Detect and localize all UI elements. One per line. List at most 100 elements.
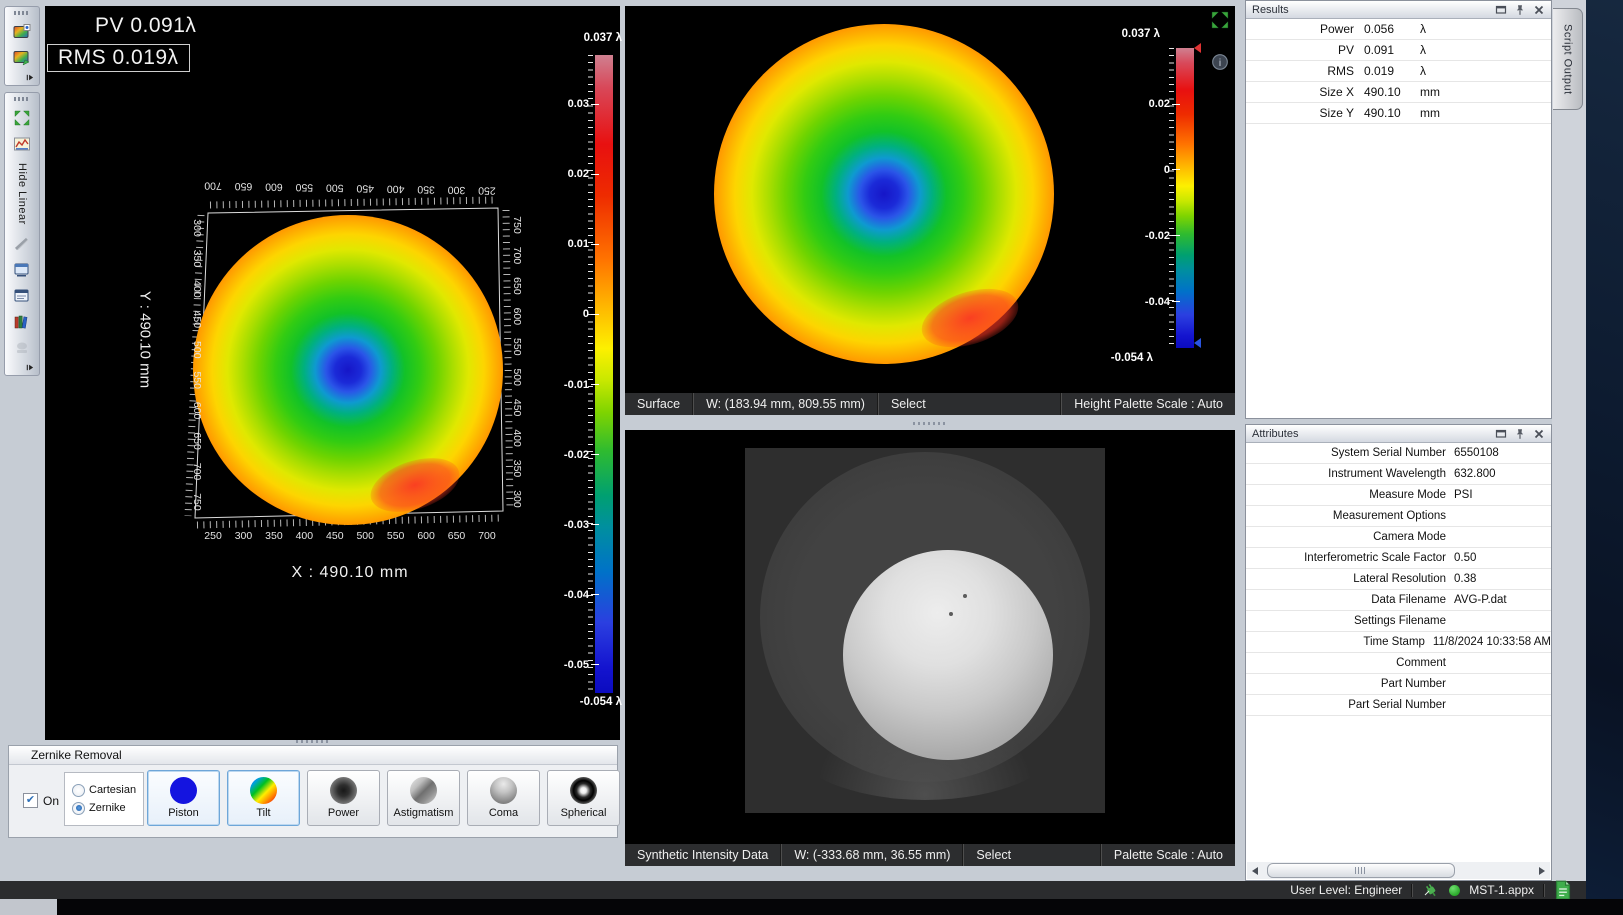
measure-icon[interactable] [12,235,32,253]
zernike-term-buttons: PistonTiltPowerAstigmatismComaSpherical [147,770,620,826]
radio-cartesian[interactable]: Cartesian [72,784,143,797]
checkbox-icon[interactable]: ✔ [23,793,38,808]
surface-status-bar: Surface W: (183.94 mm, 809.55 mm) Select… [625,393,1235,415]
report-window-icon[interactable] [12,287,32,305]
palette-scale-mode[interactable]: Height Palette Scale : Auto [1062,397,1235,411]
open-file-name: MST-1.appx [1469,883,1534,897]
info-icon[interactable]: i [1211,53,1229,69]
axis-ticks-bottom: 250 300 350 400 450 500 550 600 650 700 [185,530,515,542]
palette-scale-mode[interactable]: Palette Scale : Auto [1102,848,1235,862]
plot-name: Synthetic Intensity Data [625,848,780,862]
attributes-panel: Attributes System Serial Number6550108In… [1245,424,1552,881]
result-row: RMS0.019λ [1246,61,1551,82]
colorbar-tick: -0.05 [564,659,599,671]
colorbar-ticks: 0.030.020.010-0.01-0.02-0.03-0.04-0.05 [531,55,599,693]
radio-icon[interactable] [72,784,85,797]
tilt-button[interactable]: Tilt [227,770,300,826]
restore-icon[interactable] [1495,4,1507,15]
axis-ticks-right: 750 700 650 600 550 500 450 400 350 300 [511,202,523,522]
result-row: Power0.056λ [1246,19,1551,40]
power-icon [330,777,357,804]
astigmatism-icon [410,777,437,804]
stamp-icon[interactable] [12,339,32,357]
toolbar-overflow-icon[interactable] [25,73,36,83]
intensity-panel [625,430,1235,844]
windows-taskbar[interactable] [0,899,1623,915]
colorbar-tick: -0.03 [564,519,599,531]
high-spot [914,278,1025,358]
colormap-new-icon[interactable] [12,23,32,41]
colorbar-min-label: -0.054 λ [542,696,622,708]
scrollbar-thumb[interactable] [1267,863,1455,878]
y-axis-label: Y : 490.10 mm [137,260,154,420]
horizontal-scrollbar[interactable] [1247,862,1550,879]
panel-splitter[interactable] [8,739,618,744]
colorbar-tick: 0.01 [568,238,599,250]
spherical-icon [570,777,597,804]
plot-name: Surface [625,397,692,411]
books-icon[interactable] [12,313,32,331]
colorbar-max-label: 0.037 λ [1080,28,1160,40]
piston-icon [170,777,197,804]
hide-linear-label[interactable]: Hide Linear [16,163,28,225]
scale-min-marker[interactable] [1194,338,1201,348]
attribute-row: Settings Filename [1246,611,1551,632]
scroll-right-button[interactable] [1534,863,1550,878]
astigmatism-button[interactable]: Astigmatism [387,770,460,826]
application-window: Hide Linear PV 0.091λ RMS 0.019λ 250 300… [0,0,1623,915]
move-view-icon[interactable] [1211,11,1229,27]
spherical-button[interactable]: Spherical [547,770,620,826]
zernike-on-checkbox[interactable]: ✔ On [23,793,59,808]
colorbar-max-label: 0.037 λ [542,32,622,44]
script-output-tab[interactable]: Script Output [1553,8,1583,110]
power-button[interactable]: Power [307,770,380,826]
close-icon[interactable] [1533,428,1545,439]
pin-icon[interactable] [1514,4,1526,15]
panel-title: Results [1252,4,1495,16]
toolbar-group: Hide Linear [4,92,40,376]
grip-handle[interactable] [14,11,30,15]
left-toolbar: Hide Linear [4,6,40,740]
attributes-title-bar[interactable]: Attributes [1246,425,1551,443]
scale-max-marker[interactable] [1194,43,1201,53]
colorbar-tick: -0.04 [564,589,599,601]
report-icon[interactable] [12,261,32,279]
oblique-plot-panel: PV 0.091λ RMS 0.019λ 250 300 350 400 450… [45,6,620,740]
results-title-bar[interactable]: Results [1246,1,1551,19]
script-file-icon[interactable] [1554,882,1572,898]
colorbar-tick: 0 [583,308,599,320]
pin-icon[interactable] [1514,428,1526,439]
attribute-row: Lateral Resolution0.38 [1246,569,1551,590]
horizontal-splitter[interactable] [625,418,1235,429]
connection-plug-icon [1422,882,1440,898]
result-row: PV0.091λ [1246,40,1551,61]
colorbar-tick: 0.02 [1149,98,1180,110]
tilt-icon [250,777,277,804]
surface-panel: 0.037 λ 0.020-0.02-0.04 -0.054 λ i [625,6,1235,393]
radio-zernike[interactable]: Zernike [72,802,143,815]
colorbar-tick: -0.02 [564,449,599,461]
grip-handle[interactable] [14,97,30,101]
coordinate-radio-group: Cartesian Zernike [64,772,144,826]
linear-plot-icon[interactable] [12,135,32,153]
move-icon[interactable] [12,109,32,127]
piston-button[interactable]: Piston [147,770,220,826]
scroll-left-button[interactable] [1247,863,1263,878]
select-mode[interactable]: Select [879,397,938,411]
radio-icon[interactable] [72,802,85,815]
taskbar-corner [0,899,57,915]
status-green-dot [1449,885,1460,896]
coma-button[interactable]: Coma [467,770,540,826]
axis-ticks-left: 300 350 400 450 500 550 600 650 700 750 [191,205,203,525]
app-right-edge [1552,0,1586,899]
status-bar: User Level: Engineer MST-1.appx [0,881,1586,899]
toolbar-overflow-icon[interactable] [25,363,36,373]
attribute-row: Time Stamp11/8/2024 10:33:58 AM [1246,632,1551,653]
restore-icon[interactable] [1495,428,1507,439]
panel-title: Attributes [1252,428,1495,440]
colormap-open-icon[interactable] [12,49,32,67]
close-icon[interactable] [1533,4,1545,15]
colorbar-tick: 0.03 [568,98,599,110]
select-mode[interactable]: Select [964,848,1023,862]
coma-icon [490,777,517,804]
